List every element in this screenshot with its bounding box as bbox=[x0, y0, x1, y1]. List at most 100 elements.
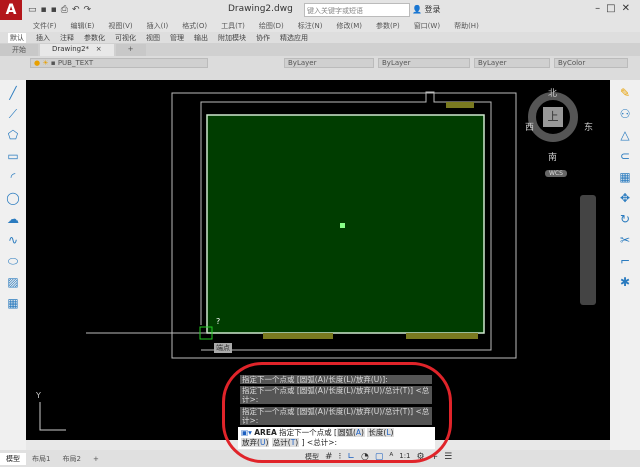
explode-icon[interactable]: ✱ bbox=[616, 274, 634, 290]
tab-parametric[interactable]: 参数化 bbox=[84, 33, 105, 43]
title-bar: A ▭ ▪ ▪ ⎙ ↶ ↷ Drawing2.dwg 键入关键字或短语 👤 登录 –□✕ bbox=[0, 0, 640, 20]
menu-modify[interactable]: 修改(M) bbox=[336, 21, 362, 31]
add-layout-button[interactable]: + bbox=[87, 454, 105, 464]
ortho-icon[interactable]: ∟ bbox=[347, 452, 355, 462]
arc-icon[interactable]: ◜ bbox=[4, 169, 22, 185]
copy-icon[interactable]: ⚇ bbox=[616, 106, 634, 122]
layer-dropdown[interactable]: ● ☀ ▪ PUB_TEXT bbox=[30, 58, 208, 68]
command-input[interactable]: ▣▾ AREA 指定下一个点或 [圆弧(A) 长度(L) 放弃(U) 总计(T)… bbox=[238, 427, 435, 449]
save-as-icon[interactable]: ▪ bbox=[51, 5, 57, 15]
tab-manage[interactable]: 管理 bbox=[170, 33, 184, 43]
menu-view[interactable]: 视图(V) bbox=[108, 21, 132, 31]
option-length[interactable]: 长度(L) bbox=[367, 428, 395, 437]
polyline-icon[interactable]: ⟋ bbox=[4, 106, 22, 122]
annotation-icon[interactable]: ᴬ bbox=[389, 452, 393, 462]
fillet-icon[interactable]: ⌐ bbox=[616, 253, 634, 269]
app-menu-button[interactable]: A bbox=[0, 0, 22, 20]
color-dropdown[interactable]: ByLayer bbox=[284, 58, 374, 68]
tab-layout2[interactable]: 布局2 bbox=[56, 453, 86, 465]
polygon-icon[interactable]: ⬠ bbox=[4, 127, 22, 143]
move-icon[interactable]: ✥ bbox=[616, 190, 634, 206]
erase-icon[interactable]: ✎ bbox=[616, 85, 634, 101]
option-total[interactable]: 总计(T) bbox=[271, 438, 300, 447]
menu-insert[interactable]: 插入(I) bbox=[147, 21, 169, 31]
tab-view[interactable]: 视图 bbox=[146, 33, 160, 43]
ellipse-icon[interactable]: ⬭ bbox=[4, 253, 22, 269]
option-undo[interactable]: 放弃(U) bbox=[241, 438, 270, 447]
table-icon[interactable]: ▦ bbox=[4, 295, 22, 311]
file-tabs: 开始 Drawing2* × + bbox=[0, 43, 640, 56]
tab-addins[interactable]: 附加模块 bbox=[218, 33, 246, 43]
compass-east[interactable]: 东 bbox=[584, 120, 593, 133]
polar-icon[interactable]: ◔ bbox=[361, 452, 369, 462]
open-icon[interactable]: ▭ bbox=[28, 5, 37, 15]
array-icon[interactable]: ▦ bbox=[616, 169, 634, 185]
tab-collaborate[interactable]: 协作 bbox=[256, 33, 270, 43]
menu-draw[interactable]: 绘图(D) bbox=[259, 21, 284, 31]
print-icon[interactable]: ⎙ bbox=[61, 5, 68, 15]
login-button[interactable]: 👤 登录 bbox=[412, 4, 441, 15]
menu-help[interactable]: 帮助(H) bbox=[454, 21, 479, 31]
menu-window[interactable]: 窗口(W) bbox=[414, 21, 440, 31]
annotation-scale[interactable]: 1:1 bbox=[399, 452, 410, 462]
save-icon[interactable]: ▪ bbox=[41, 5, 47, 15]
trim-icon[interactable]: ✂ bbox=[616, 232, 634, 248]
close-tab-icon[interactable]: × bbox=[96, 45, 102, 53]
plotstyle-dropdown[interactable]: ByColor bbox=[554, 58, 628, 68]
compass-north[interactable]: 北 bbox=[548, 86, 557, 99]
option-arc[interactable]: 圆弧(A) bbox=[336, 428, 365, 437]
wcs-dropdown[interactable]: WCS bbox=[545, 170, 567, 177]
gear-icon[interactable]: ⚙ bbox=[417, 452, 425, 462]
command-icon[interactable]: ▣▾ bbox=[241, 428, 252, 437]
snap-icon[interactable]: ⁝ bbox=[339, 452, 342, 462]
tab-drawing2[interactable]: Drawing2* × bbox=[40, 44, 114, 56]
menu-dimension[interactable]: 标注(N) bbox=[298, 21, 323, 31]
tab-layout1[interactable]: 布局1 bbox=[26, 453, 56, 465]
menu-parametric[interactable]: 参数(P) bbox=[376, 21, 400, 31]
grid-icon[interactable]: # bbox=[325, 452, 333, 462]
spline-icon[interactable]: ∿ bbox=[4, 232, 22, 248]
tab-output[interactable]: 输出 bbox=[194, 33, 208, 43]
mirror-icon[interactable]: △ bbox=[616, 127, 634, 143]
menu-bar: 文件(F) 编辑(E) 视图(V) 插入(I) 格式(O) 工具(T) 绘图(D) 标注(N)… bbox=[0, 20, 640, 32]
plus-icon[interactable]: + bbox=[431, 452, 439, 462]
tab-visualize[interactable]: 可视化 bbox=[115, 33, 136, 43]
search-input[interactable]: 键入关键字或短语 bbox=[304, 3, 410, 17]
compass-south[interactable]: 南 bbox=[548, 150, 557, 163]
rotate-icon[interactable]: ↻ bbox=[616, 211, 634, 227]
menu-edit[interactable]: 编辑(E) bbox=[71, 21, 95, 31]
tab-start[interactable]: 开始 bbox=[0, 44, 38, 56]
line-icon[interactable]: ╱ bbox=[4, 85, 22, 101]
menu-tools[interactable]: 工具(T) bbox=[221, 21, 245, 31]
area-selection bbox=[206, 114, 485, 334]
model-space-button[interactable]: 模型 bbox=[305, 452, 319, 462]
linetype-dropdown[interactable]: ByLayer bbox=[378, 58, 470, 68]
viewcube-top[interactable]: 上 bbox=[543, 107, 563, 127]
window-controls[interactable]: –□✕ bbox=[595, 3, 636, 14]
redo-icon[interactable]: ↷ bbox=[83, 5, 91, 15]
rectangle-icon[interactable]: ▭ bbox=[4, 148, 22, 164]
tab-insert[interactable]: 插入 bbox=[36, 33, 50, 43]
cursor-hint: ? bbox=[216, 317, 221, 326]
offset-icon[interactable]: ⊂ bbox=[616, 148, 634, 164]
tab-default[interactable]: 默认 bbox=[8, 32, 26, 43]
new-tab-button[interactable]: + bbox=[115, 44, 146, 56]
menu-file[interactable]: 文件(F) bbox=[33, 21, 57, 31]
menu-format[interactable]: 格式(O) bbox=[182, 21, 207, 31]
undo-icon[interactable]: ↶ bbox=[72, 5, 80, 15]
compass-west[interactable]: 西 bbox=[525, 120, 534, 133]
cloud-icon[interactable]: ☁ bbox=[4, 211, 22, 227]
circle-icon[interactable]: ◯ bbox=[4, 190, 22, 206]
lineweight-dropdown[interactable]: ByLayer bbox=[474, 58, 550, 68]
ucs-y-label: Y bbox=[35, 391, 41, 400]
menu-icon[interactable]: ☰ bbox=[444, 452, 452, 462]
hatch-icon[interactable]: ▨ bbox=[4, 274, 22, 290]
command-history-line: 指定下一个点或 [圆弧(A)/长度(L)/放弃(U)/总计(T)] <总计>: bbox=[240, 407, 432, 425]
window-hatch bbox=[406, 333, 478, 339]
tab-annotate[interactable]: 注释 bbox=[60, 33, 74, 43]
osnap-icon[interactable]: ▢ bbox=[375, 452, 384, 462]
tab-featured-apps[interactable]: 精选应用 bbox=[280, 33, 308, 43]
navigation-bar[interactable] bbox=[580, 195, 596, 305]
tab-model[interactable]: 模型 bbox=[0, 452, 26, 465]
viewcube[interactable]: 上 bbox=[528, 92, 578, 142]
